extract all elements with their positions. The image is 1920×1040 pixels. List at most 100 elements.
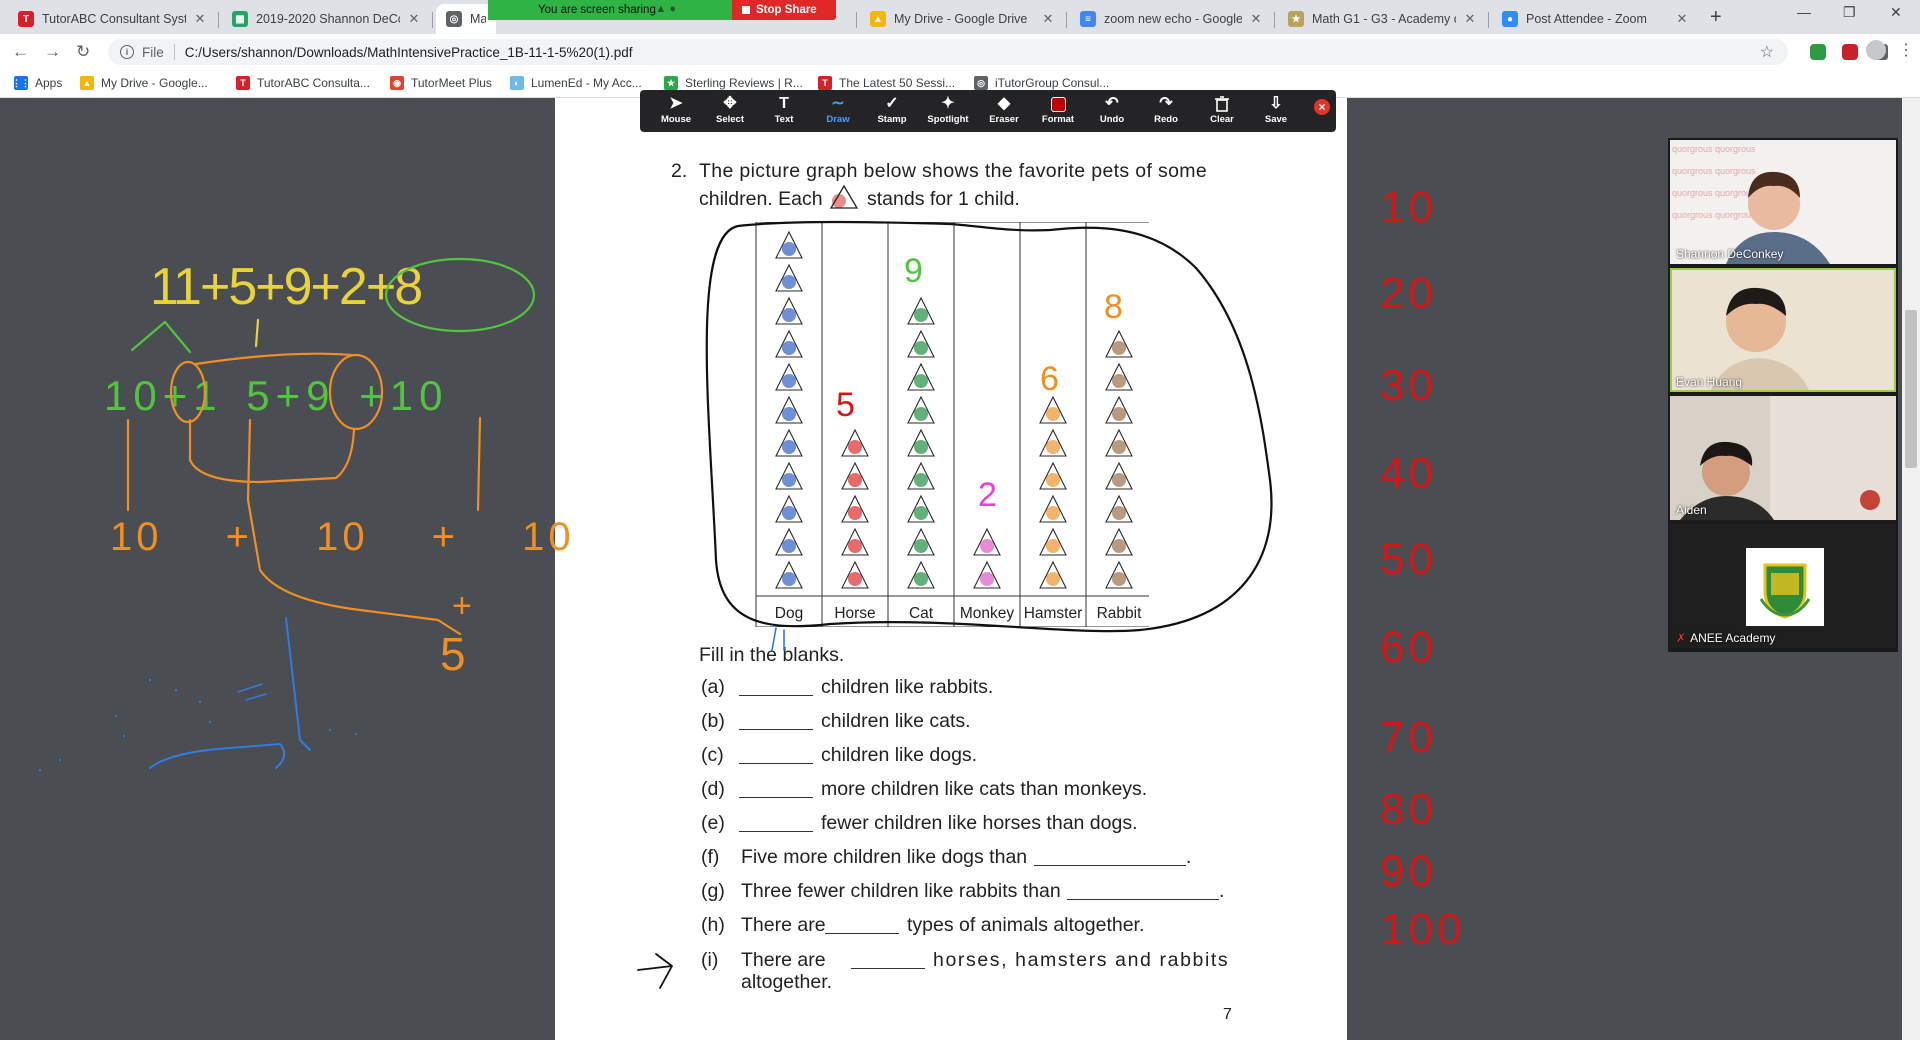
annotation-tool-mouse[interactable]: ➤ Mouse (650, 94, 702, 130)
annotation-tool-select[interactable]: ✥ Select (704, 94, 756, 130)
tool-label: Clear (1210, 114, 1234, 125)
participant-video (1670, 396, 1896, 520)
split-annotation: 10+1 5+9 +10 (104, 372, 448, 419)
undo-icon: ↶ (1105, 95, 1119, 112)
tool-label: Text (774, 114, 794, 125)
count-annotation: 60 (1380, 623, 1437, 672)
ink-dot (198, 700, 202, 704)
wand-icon: ✦ (941, 95, 955, 112)
annotation-tool-draw[interactable]: ∼ Draw (812, 94, 864, 130)
download-icon: ⇩ (1269, 95, 1283, 112)
count-annotation: 20 (1380, 269, 1437, 318)
participant-name: Aiden (1676, 503, 1707, 517)
tool-label: Draw (826, 114, 850, 125)
loop-annotation (705, 220, 1273, 633)
count-annotation: 90 (1380, 847, 1437, 896)
column-count-annotation: 8 (1104, 288, 1123, 326)
tool-label: Stamp (877, 114, 907, 125)
ink-stroke (188, 418, 356, 484)
share-status-label: You are screen sharing (538, 4, 656, 16)
column-count-annotation: 9 (904, 252, 923, 290)
tool-label: Redo (1154, 114, 1178, 125)
annotation-tool-redo[interactable]: ↷ Redo (1140, 94, 1192, 130)
column-count-annotation: 2 (978, 476, 997, 514)
muted-mic-icon: ✗ (1676, 631, 1687, 645)
screen-share-banner: You are screen sharing ▲ ● Stop Share (488, 0, 836, 20)
participant-video-tile[interactable]: ✗ ANEE Academy (1670, 524, 1896, 648)
trash-icon (1215, 94, 1229, 114)
move-icon: ✥ (723, 95, 737, 112)
ink-dot (328, 728, 332, 732)
column-count-annotation: 5 (836, 386, 855, 424)
cursor-icon: ➤ (669, 95, 683, 112)
count-annotation: 100 (1380, 905, 1465, 954)
annotation-tool-clear[interactable]: Clear (1196, 94, 1248, 130)
participant-name: Shannon DeConkey (1676, 247, 1783, 261)
participant-video: quorgrous quorgrous quorgrous quorgrous qu… (1672, 144, 1830, 264)
participant-name: Evan Huang (1676, 375, 1742, 389)
annotation-tool-stamp[interactable]: ✓ Stamp (866, 94, 918, 130)
share-status-icons: ▲ ● (655, 3, 676, 15)
tool-label: Eraser (989, 114, 1019, 125)
ink-stroke (771, 627, 785, 651)
annotation-toolbar: × ➤ Mouse ✥ Select T Text ∼ Draw ✓ Stamp ✦ Spotligh… (640, 90, 1336, 132)
stop-share-label: Stop Share (756, 4, 817, 16)
column-count-annotation: 6 (1040, 360, 1059, 398)
annotation-tool-undo[interactable]: ↶ Undo (1086, 94, 1138, 130)
ink-stroke (254, 318, 260, 348)
tens-annotation: 10 + 10 + 10 (110, 515, 575, 559)
ink-stroke (194, 352, 354, 366)
tool-label: Save (1264, 114, 1288, 125)
check-icon: ✓ (885, 95, 899, 112)
participant-video (1670, 268, 1896, 392)
close-annotation-icon[interactable]: × (1314, 99, 1330, 115)
count-annotation: 30 (1380, 361, 1437, 410)
participant-name-text: Shannon DeConkey (1676, 247, 1784, 261)
annotation-tool-spotlight[interactable]: ✦ Spotlight (922, 94, 974, 130)
share-status: You are screen sharing ▲ ● (488, 0, 732, 20)
count-annotation: 70 (1380, 713, 1437, 762)
arrow-annotation (637, 953, 673, 989)
squiggle-icon: ∼ (831, 95, 845, 112)
stop-share-button[interactable]: Stop Share (732, 0, 836, 20)
tool-label: Undo (1099, 114, 1125, 125)
participant-name: ✗ ANEE Academy (1676, 631, 1775, 645)
tool-label: Mouse (660, 114, 692, 125)
ink-dot (122, 734, 126, 738)
ink-dot (208, 720, 212, 724)
participant-name-text: ANEE Academy (1690, 631, 1776, 645)
drawing-annotations: 11+5+9+2+8 10+1 5+9 +10 10 + 10 + 10 +5 5 9 2 6… (38, 183, 1465, 989)
count-annotation: 40 (1380, 449, 1437, 498)
annotation-tool-text[interactable]: T Text (758, 94, 810, 130)
tool-label: Select (716, 114, 744, 125)
tool-label: Spotlight (927, 114, 969, 125)
plus-annotation: + (452, 587, 472, 625)
ink-stroke (130, 320, 192, 354)
tool-label: Format (1041, 114, 1075, 125)
annotation-tool-eraser[interactable]: ◆ Eraser (978, 94, 1030, 130)
ink-dot (38, 768, 42, 772)
svg-text:quorgrous quorgrous: quorgrous quorgrous (1672, 210, 1756, 220)
annotation-tool-format[interactable]: Format (1032, 94, 1084, 130)
ink-stroke (149, 743, 286, 769)
participant-video-tile[interactable]: Evan Huang (1670, 268, 1896, 392)
participant-video-tile[interactable]: Aiden (1670, 396, 1896, 520)
text-icon: T (779, 95, 789, 112)
count-annotation: 50 (1380, 535, 1437, 584)
svg-text:quorgrous quorgrous: quorgrous quorgrous (1672, 144, 1756, 154)
ink-dot (114, 714, 118, 718)
color-swatch-icon (1050, 94, 1066, 114)
participant-video-tile[interactable]: quorgrous quorgrous quorgrous quorgrous qu… (1670, 140, 1896, 264)
annotation-tool-save[interactable]: ⇩ Save (1250, 94, 1302, 130)
count-annotation: 80 (1380, 785, 1437, 834)
video-panel: quorgrous quorgrous quorgrous quorgrous qu… (1668, 138, 1898, 652)
screen: TTutorABC Consultant System✕▦2019-2020 S… (0, 0, 1920, 1040)
svg-text:quorgrous quorgrous: quorgrous quorgrous (1672, 188, 1756, 198)
participant-name-text: Aiden (1676, 503, 1707, 517)
stop-icon (742, 6, 750, 14)
redo-icon: ↷ (1159, 95, 1173, 112)
expression-annotation: 11+5+9+2+8 (150, 258, 421, 316)
eraser-icon: ◆ (997, 95, 1011, 112)
ink-stroke (285, 617, 311, 751)
academy-logo (1746, 548, 1824, 626)
